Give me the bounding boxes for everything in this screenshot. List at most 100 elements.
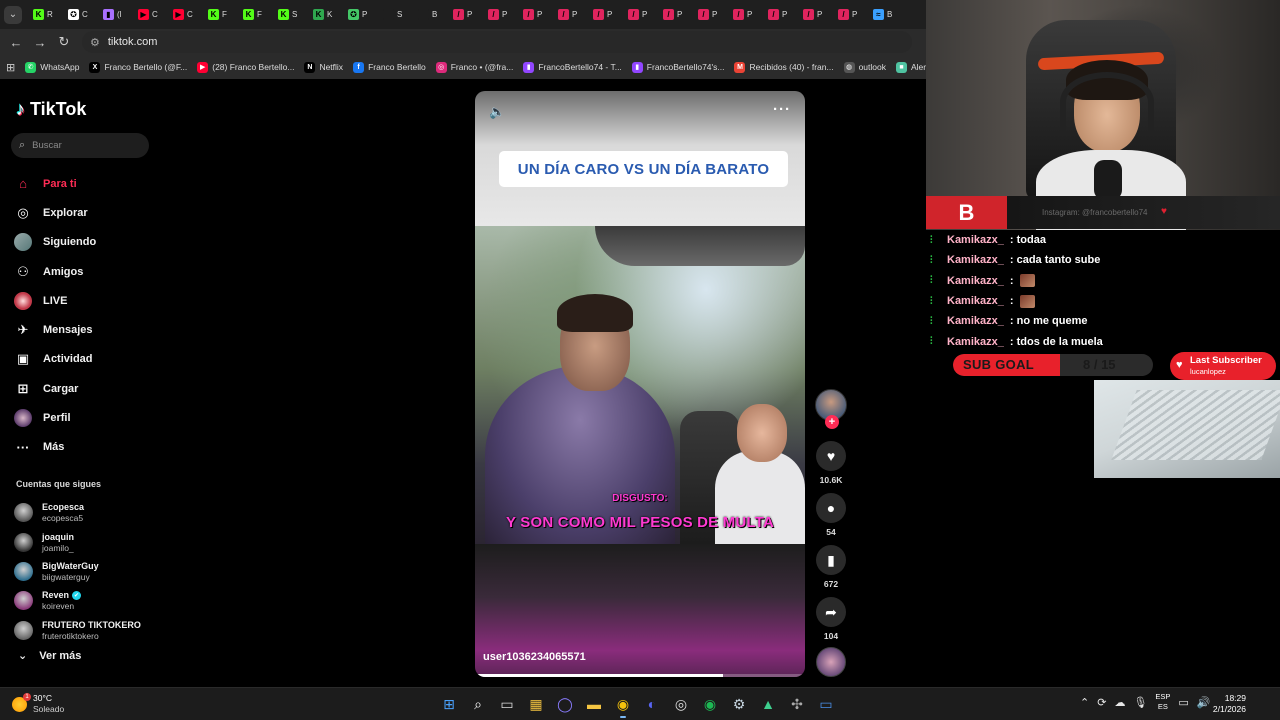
- browser-tab[interactable]: / P: [765, 4, 800, 26]
- cortana-icon[interactable]: ◯: [554, 692, 576, 716]
- bookmark-item[interactable]: ▮ FrancoBertello74 - T...: [523, 61, 622, 73]
- video-progress-bar[interactable]: [475, 674, 805, 677]
- tiktok-logo[interactable]: ♪ TikTok: [16, 99, 86, 120]
- browser-tab[interactable]: / P: [695, 4, 730, 26]
- music-disc[interactable]: [816, 647, 846, 677]
- browser-tab[interactable]: / P: [590, 4, 625, 26]
- search-input[interactable]: [32, 140, 133, 151]
- browser-tab[interactable]: KS: [275, 4, 310, 26]
- network-app-icon[interactable]: ✣: [786, 692, 808, 716]
- task-view-icon[interactable]: ▭: [496, 692, 518, 716]
- app-icon[interactable]: ▲: [757, 692, 779, 716]
- browser-tab[interactable]: ▮ (l: [100, 4, 135, 26]
- follow-plus-icon[interactable]: +: [825, 415, 839, 429]
- bookmark-item[interactable]: ■ Aler: [896, 61, 926, 73]
- chat-message: ⫶ Kamikazx_:: [930, 271, 1280, 291]
- browser-tab[interactable]: / P: [520, 4, 555, 26]
- sync-icon[interactable]: ⟳: [1097, 696, 1106, 709]
- browser-tab[interactable]: KF: [240, 4, 275, 26]
- browser-tab[interactable]: KK: [310, 4, 345, 26]
- windows-start-icon[interactable]: ⊞: [438, 692, 460, 716]
- volume-icon[interactable]: 🔈: [489, 104, 505, 120]
- chevron-up-icon[interactable]: ⌃: [1080, 696, 1089, 709]
- cloud-icon[interactable]: ☁: [1114, 696, 1125, 709]
- following-account[interactable]: Reven ✔ koireven: [14, 586, 174, 615]
- display-icon[interactable]: ▭: [1178, 696, 1188, 709]
- bookmark-item[interactable]: ✆ WhatsApp: [25, 61, 79, 73]
- bookmark-item[interactable]: f Franco Bertello: [353, 61, 426, 73]
- back-button[interactable]: ←: [4, 30, 28, 54]
- browser-tab[interactable]: / P: [730, 4, 765, 26]
- following-account[interactable]: BigWaterGuy biigwaterguy: [14, 557, 174, 586]
- browser-tab[interactable]: / P: [450, 4, 485, 26]
- browser-tab[interactable]: ▶ C: [135, 4, 170, 26]
- browser-tab[interactable]: ✪ P: [345, 4, 380, 26]
- obs-icon[interactable]: ◎: [670, 692, 692, 716]
- browser-tab[interactable]: B: [415, 4, 450, 26]
- following-account[interactable]: Ecopesca ecopesca5: [14, 498, 174, 527]
- sidebar-item-perfil[interactable]: Perfil: [14, 403, 164, 432]
- bookmark-item[interactable]: M Recibidos (40) - fran...: [734, 61, 834, 73]
- sidebar-item-m-s[interactable]: ··· Más: [14, 433, 164, 462]
- save-button[interactable]: ▮: [816, 545, 846, 575]
- sidebar-item-actividad[interactable]: ▣ Actividad: [14, 345, 164, 374]
- browser-tab[interactable]: ▶ C: [170, 4, 205, 26]
- browser-tab[interactable]: / P: [485, 4, 520, 26]
- share-button[interactable]: ➦: [816, 597, 846, 627]
- browser-tab[interactable]: ≈ B: [870, 4, 905, 26]
- search-icon[interactable]: ⌕: [467, 692, 489, 716]
- bookmark-item[interactable]: ◎ Franco • (@fra...: [435, 61, 513, 73]
- bookmark-item[interactable]: ▶ (28) Franco Bertello...: [197, 61, 294, 73]
- bookmark-item[interactable]: X Franco Bertello (@F...: [89, 61, 187, 73]
- following-account[interactable]: FRUTERO TIKTOKERO fruterotiktokero: [14, 616, 174, 645]
- like-button[interactable]: ♥: [816, 441, 846, 471]
- browser-tab[interactable]: / P: [800, 4, 835, 26]
- reload-button[interactable]: ↻: [52, 30, 76, 54]
- spotify-icon[interactable]: ◉: [699, 692, 721, 716]
- sidebar-item-cargar[interactable]: ⊞ Cargar: [14, 374, 164, 403]
- discord-icon[interactable]: ◐: [641, 692, 663, 716]
- input-language[interactable]: ESP ES: [1155, 692, 1170, 712]
- sidebar-item-explorar[interactable]: ◎ Explorar: [14, 198, 164, 227]
- chrome-icon[interactable]: ◉: [612, 692, 634, 718]
- following-account[interactable]: joaquin joamilo_: [14, 527, 174, 556]
- browser-tab[interactable]: / P: [835, 4, 870, 26]
- bookmark-item[interactable]: N Netflix: [304, 61, 343, 73]
- sidebar-item-siguiendo[interactable]: Siguiendo: [14, 228, 164, 257]
- chat-text: : todaa: [1009, 234, 1046, 247]
- bookmark-item[interactable]: ◍ outlook: [843, 61, 886, 73]
- browser-tab[interactable]: / P: [625, 4, 660, 26]
- browser-tab[interactable]: KR: [30, 4, 65, 26]
- forward-button[interactable]: →: [28, 30, 52, 54]
- browser-tab[interactable]: / P: [660, 4, 695, 26]
- browser-tab[interactable]: ✪ C: [65, 4, 100, 26]
- site-info-icon[interactable]: ⚙: [90, 36, 100, 49]
- url-field[interactable]: ⚙ tiktok.com: [82, 31, 912, 53]
- search-box[interactable]: ⌕: [11, 133, 149, 158]
- browser-tab[interactable]: KF: [205, 4, 240, 26]
- clock[interactable]: 18:29 2/1/2026: [1196, 693, 1246, 715]
- file-explorer-icon[interactable]: ▬: [583, 692, 605, 716]
- microphone-icon[interactable]: 🎙: [1133, 696, 1147, 709]
- sidebar-item-amigos[interactable]: ⚇ Amigos: [14, 257, 164, 286]
- remote-desktop-icon[interactable]: ▭: [815, 692, 837, 716]
- video-username[interactable]: user1036234065571: [483, 651, 586, 663]
- heart-icon: ♥: [826, 448, 836, 464]
- comment-button[interactable]: ●: [816, 493, 846, 523]
- weather-condition: Soleado: [33, 704, 65, 714]
- bookmark-item[interactable]: ▮ FrancoBertello74's...: [631, 61, 724, 73]
- sidebar-item-live[interactable]: LIVE: [14, 286, 164, 315]
- video-title-banner: UN DÍA CARO VS UN DÍA BARATO: [499, 151, 788, 187]
- tab-search-button[interactable]: ⌄: [4, 5, 22, 24]
- steam-icon[interactable]: ⚙: [728, 692, 750, 716]
- sidebar-item-para-ti[interactable]: ⌂ Para ti: [14, 169, 164, 198]
- video-player[interactable]: UN DÍA CARO VS UN DÍA BARATO DISGUSTO: Y…: [475, 91, 805, 677]
- apps-grid-icon[interactable]: ⊞: [6, 61, 15, 74]
- more-options-icon[interactable]: ···: [773, 101, 791, 118]
- browser-tab[interactable]: / P: [555, 4, 590, 26]
- see-more-button[interactable]: ⌄ Ver más: [18, 649, 81, 663]
- store-icon[interactable]: ▦: [525, 692, 547, 716]
- weather-widget[interactable]: 1 30°C Soleado: [12, 692, 65, 715]
- sidebar-item-mensajes[interactable]: ✈ Mensajes: [14, 315, 164, 344]
- browser-tab[interactable]: S: [380, 4, 415, 26]
